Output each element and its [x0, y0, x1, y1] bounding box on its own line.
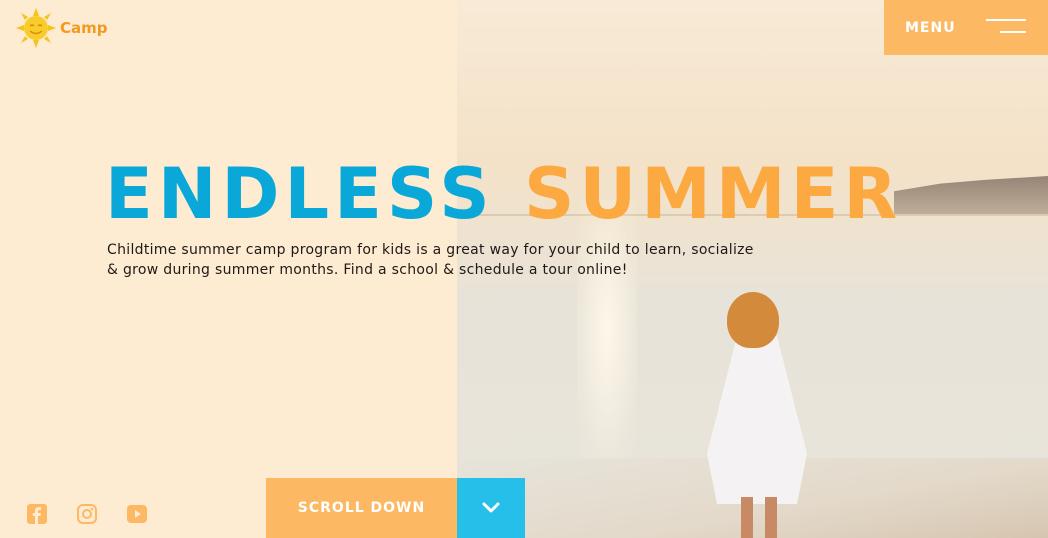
pier-shape [894, 176, 1048, 214]
youtube-link[interactable] [126, 503, 147, 524]
sun-reflection [577, 200, 637, 460]
hamburger-icon [986, 19, 1026, 35]
chevron-down-icon [482, 502, 500, 513]
scroll-down-button[interactable]: SCROLL DOWN [266, 478, 457, 538]
logo-text: Camp [60, 19, 108, 37]
instagram-icon [76, 503, 97, 524]
instagram-link[interactable] [76, 503, 97, 524]
menu-button[interactable]: MENU [884, 0, 1048, 55]
facebook-link[interactable] [26, 503, 47, 524]
hero-headline: ENDLESS SUMMER [105, 152, 902, 236]
scroll-down-arrow-button[interactable] [457, 478, 525, 538]
logo[interactable]: Camp [16, 8, 108, 48]
sun-icon [16, 8, 56, 48]
menu-label: MENU [905, 19, 956, 36]
headline-word-endless: ENDLESS [105, 153, 495, 235]
facebook-icon [26, 503, 47, 524]
child-figure [697, 292, 827, 538]
scroll-down-label: SCROLL DOWN [297, 500, 426, 516]
headline-word-summer: SUMMER [524, 153, 903, 235]
youtube-icon [126, 504, 147, 523]
hero-subtitle: Childtime summer camp program for kids i… [107, 242, 754, 278]
